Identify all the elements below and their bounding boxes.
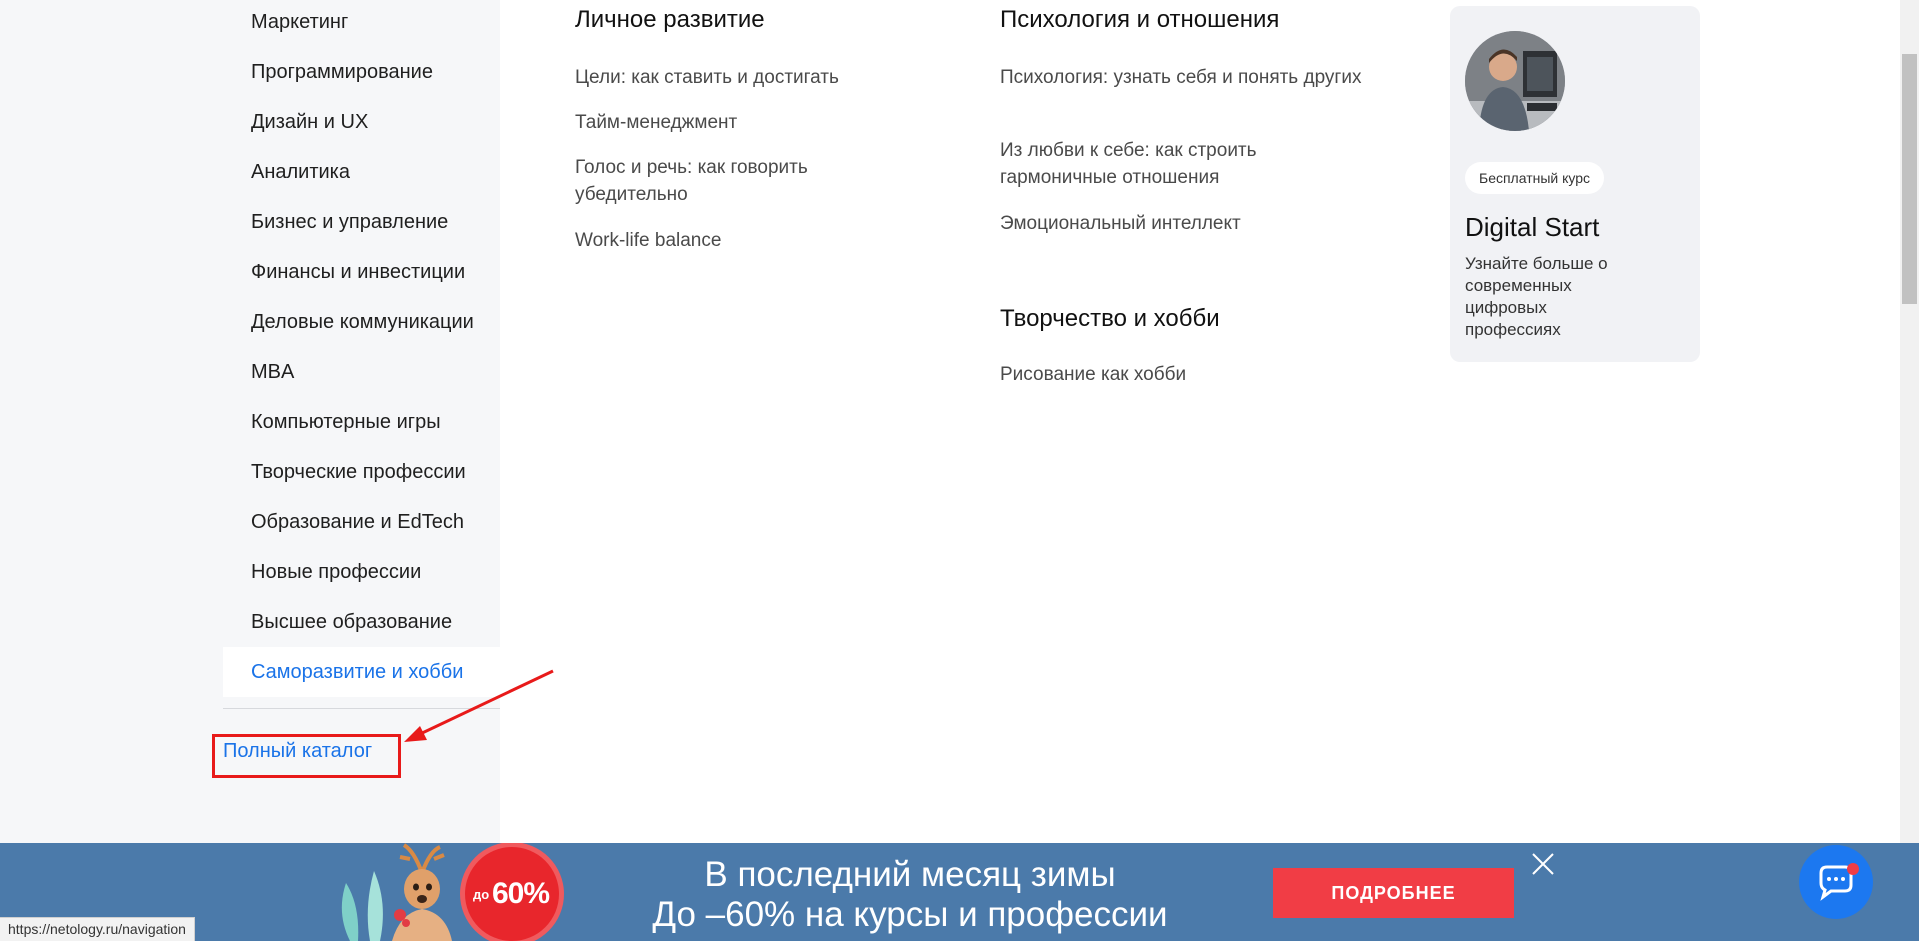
annotation-highlight-box	[212, 734, 401, 778]
link-goals[interactable]: Цели: как ставить и достигать	[575, 64, 895, 91]
column-personal-development: Личное развитие Цели: как ставить и дост…	[575, 6, 895, 266]
link-work-life-balance[interactable]: Work-life balance	[575, 227, 895, 254]
sale-prefix: до	[473, 887, 490, 902]
sidebar-item-games[interactable]: Компьютерные игры	[223, 397, 500, 447]
column-creative-hobby: Творчество и хобби Рисование как хобби	[1000, 305, 1380, 395]
link-time-management[interactable]: Тайм-менеджмент	[575, 109, 895, 136]
sidebar-item-analytics[interactable]: Аналитика	[223, 147, 500, 197]
sidebar-item-business[interactable]: Бизнес и управление	[223, 197, 500, 247]
promo-description: Узнайте больше о современных цифровых пр…	[1465, 254, 1608, 339]
sidebar-divider	[223, 708, 500, 709]
sidebar-item-mba[interactable]: MBA	[223, 347, 500, 397]
promo-card[interactable]: Бесплатный курс Digital Start Узнайте бо…	[1450, 6, 1700, 362]
sidebar-item-programming[interactable]: Программирование	[223, 47, 500, 97]
sidebar-item-communications[interactable]: Деловые коммуникации	[223, 297, 500, 347]
promo-avatar	[1465, 31, 1565, 131]
promo-banner: до 60% В последний месяц зимы До –60% на…	[0, 843, 1919, 941]
sidebar-item-self-development[interactable]: Саморазвитие и хобби	[223, 647, 500, 697]
column-title-creative-hobby: Творчество и хобби	[1000, 305, 1220, 332]
column-title-personal-development: Личное развитие	[575, 6, 765, 33]
close-icon[interactable]	[1530, 851, 1556, 877]
sidebar-item-new-professions[interactable]: Новые профессии	[223, 547, 500, 597]
sidebar-item-edtech[interactable]: Образование и EdTech	[223, 497, 500, 547]
column-title-psychology: Психология и отношения	[1000, 6, 1280, 33]
link-self-love-relations[interactable]: Из любви к себе: как строить гармоничные…	[1000, 137, 1330, 191]
status-bar-url: https://netology.ru/navigation	[0, 917, 195, 941]
banner-line-2: До –60% на курсы и профессии	[652, 895, 1168, 934]
sale-value: 60%	[492, 877, 550, 910]
banner-headline: В последний месяц зимы До –60% на курсы …	[600, 855, 1220, 935]
free-course-badge: Бесплатный курс	[1465, 162, 1605, 194]
column-psychology: Психология и отношения Психология: узнат…	[1000, 6, 1380, 256]
link-voice-speech[interactable]: Голос и речь: как говорить убедительно	[575, 154, 865, 208]
link-emotional-intelligence[interactable]: Эмоциональный интеллект	[1000, 210, 1380, 237]
banner-line-1: В последний месяц зимы	[704, 855, 1116, 894]
sidebar-item-finance[interactable]: Финансы и инвестиции	[223, 247, 500, 297]
sidebar-item-higher-education[interactable]: Высшее образование	[223, 597, 500, 647]
sidebar-item-marketing[interactable]: Маркетинг	[223, 0, 500, 47]
chat-icon	[1819, 865, 1853, 901]
chat-button[interactable]	[1799, 845, 1873, 919]
notification-dot	[1847, 863, 1859, 875]
reindeer-illustration	[341, 843, 452, 941]
sale-badge: до 60%	[465, 847, 559, 941]
scrollbar-thumb[interactable]	[1902, 54, 1917, 304]
promo-title: Digital Start	[1465, 212, 1600, 242]
sidebar-item-creative[interactable]: Творческие профессии	[223, 447, 500, 497]
link-drawing[interactable]: Рисование как хобби	[1000, 361, 1380, 388]
sidebar-item-design[interactable]: Дизайн и UX	[223, 97, 500, 147]
banner-details-button[interactable]: ПОДРОБНЕЕ	[1273, 868, 1514, 918]
link-psychology-self[interactable]: Психология: узнать себя и понять других	[1000, 64, 1380, 91]
